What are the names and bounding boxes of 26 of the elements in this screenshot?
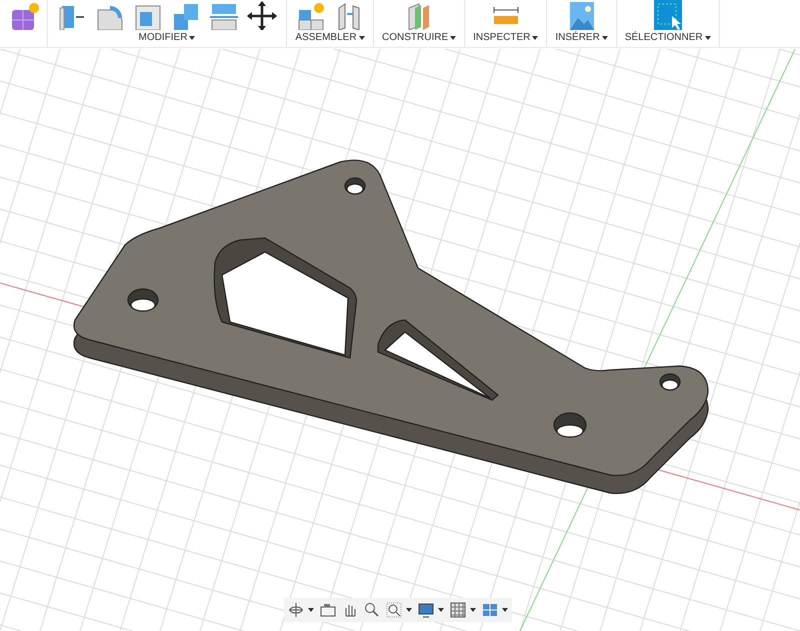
caret-icon: [406, 608, 412, 612]
move-icon[interactable]: [246, 0, 278, 30]
caret-icon: [532, 36, 538, 40]
toolbar-menu-button[interactable]: INSPECTER: [473, 32, 538, 44]
caret-icon: [189, 36, 196, 40]
zoom-icon[interactable]: [364, 602, 380, 618]
caret-icon: [470, 608, 476, 612]
toolbar-menu-button[interactable]: MODIFIER: [138, 32, 196, 44]
caret-icon: [602, 36, 608, 40]
monitor-icon[interactable]: [418, 602, 434, 618]
toolbar-menu-button[interactable]: ASSEMBLER: [295, 32, 365, 44]
toolbar-menu-button[interactable]: SÉLECTIONNER: [624, 32, 711, 44]
caret-icon: [502, 608, 508, 612]
grid-icon[interactable]: [450, 602, 466, 618]
caret-icon: [358, 36, 365, 40]
zoom-window-icon[interactable]: [386, 602, 402, 618]
caret-icon: [704, 36, 711, 40]
camera-icon[interactable]: [320, 602, 336, 618]
caret-icon: [308, 608, 314, 612]
caret-icon: [450, 36, 456, 40]
toolbar-menu-button[interactable]: CONSTRUIRE: [382, 32, 456, 44]
orbit-icon[interactable]: [288, 602, 304, 618]
caret-icon: [438, 608, 444, 612]
four-panes-icon[interactable]: [482, 602, 498, 618]
toolbar-menu-button[interactable]: INSÉRER: [555, 32, 608, 44]
cursor-selection-icon[interactable]: [652, 0, 684, 30]
